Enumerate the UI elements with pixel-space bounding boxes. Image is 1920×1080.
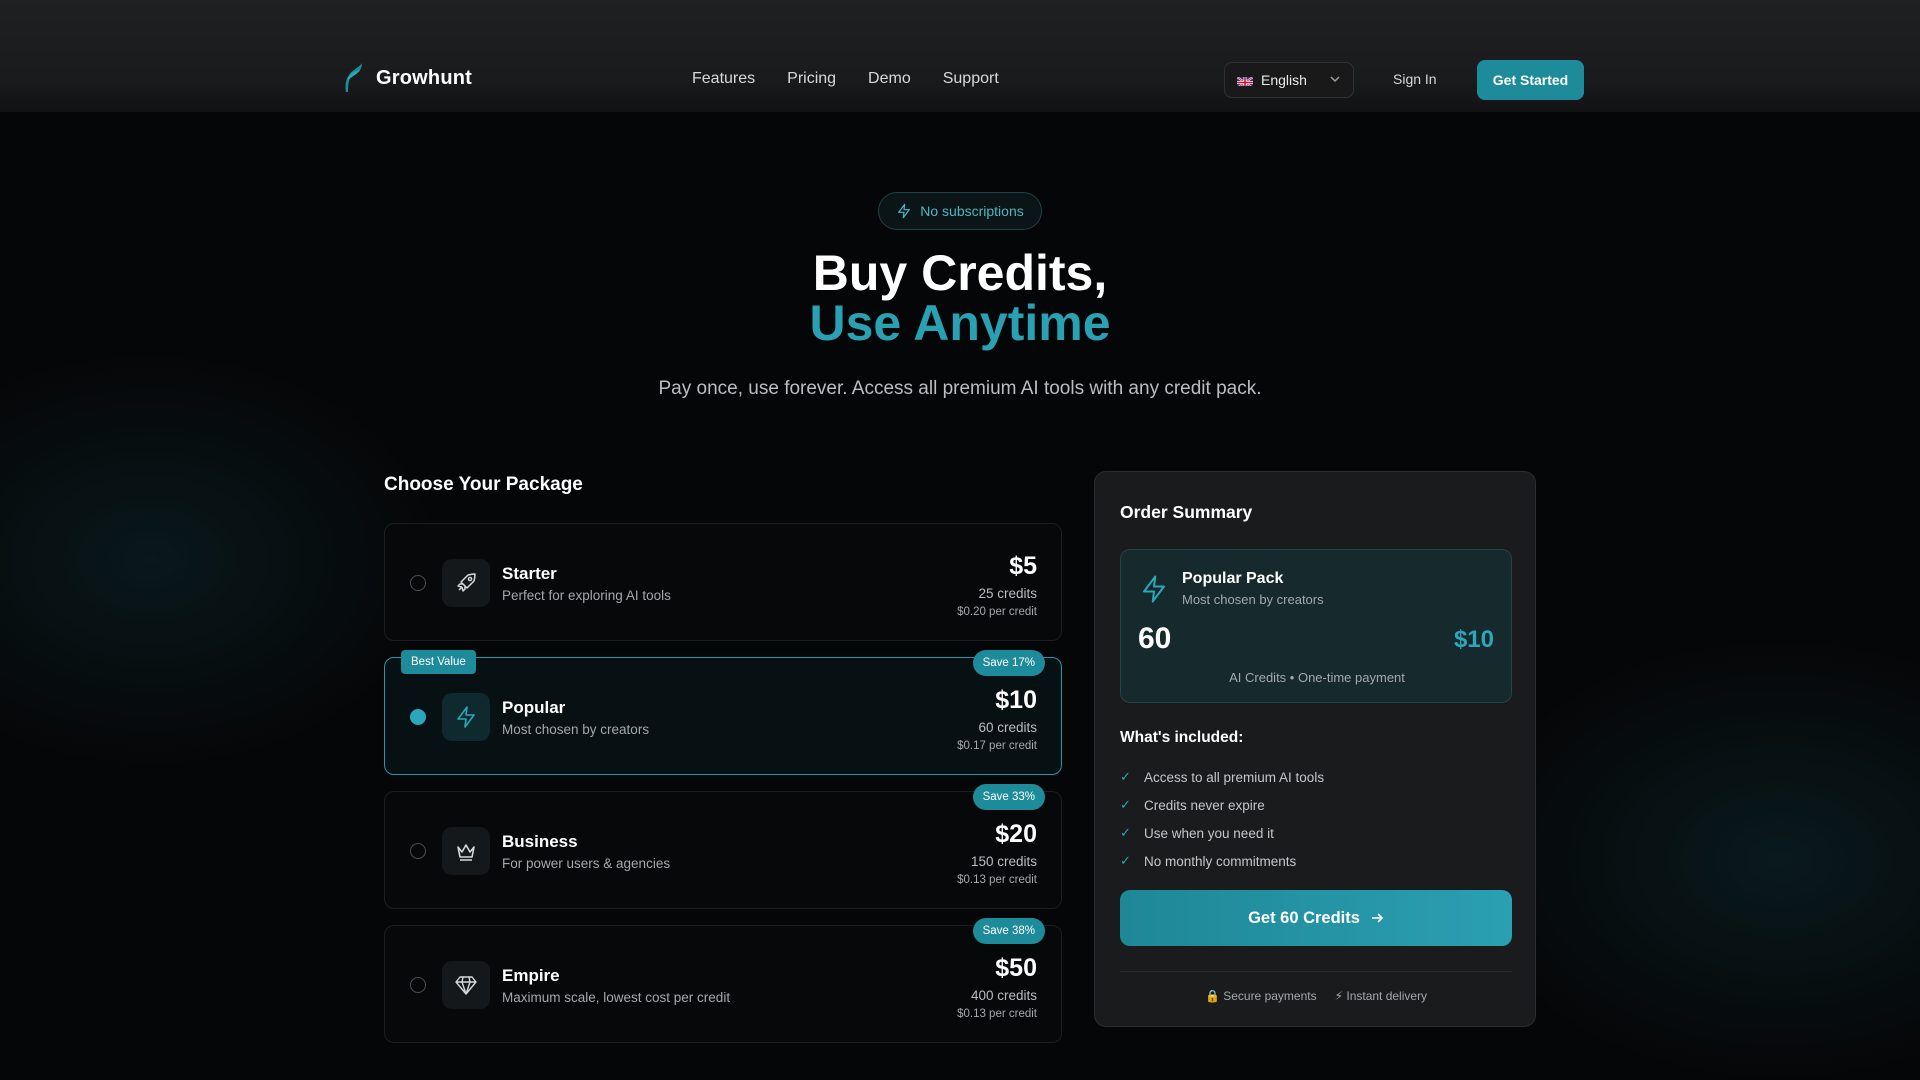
- sign-in-link[interactable]: Sign In: [1393, 71, 1437, 87]
- top-navigation-bar: [0, 0, 1920, 112]
- brand-name: Growhunt: [376, 66, 473, 89]
- selected-pack-note: AI Credits • One-time payment: [1229, 670, 1405, 685]
- package-name: Popular: [502, 698, 566, 717]
- included-item-label: No monthly commitments: [1144, 853, 1297, 869]
- summary-footer: 🔒 Secure payments ⚡ Instant delivery: [1095, 989, 1537, 1003]
- included-item-label: Access to all premium AI tools: [1144, 769, 1325, 785]
- get-credits-button[interactable]: Get 60 Credits: [1120, 890, 1512, 946]
- list-item: ✓ Access to all premium AI tools: [1120, 763, 1324, 791]
- package-name: Business: [502, 832, 578, 851]
- order-summary-panel: Order Summary Popular Pack Most chosen b…: [1094, 471, 1536, 1027]
- language-selector[interactable]: English: [1224, 62, 1354, 98]
- nav-features[interactable]: Features: [692, 70, 755, 88]
- crown-icon: [442, 827, 490, 875]
- nav-pricing[interactable]: Pricing: [787, 70, 836, 88]
- package-per-credit: $0.20 per credit: [957, 606, 1037, 618]
- lightning-icon: [1139, 572, 1169, 611]
- package-price: $5: [1009, 552, 1037, 580]
- package-credits: 400 credits: [970, 988, 1037, 1003]
- package-description: For power users & agencies: [502, 856, 671, 871]
- chevron-down-icon: [1329, 73, 1341, 88]
- brand-logo[interactable]: Growhunt: [340, 62, 472, 94]
- included-title: What's included:: [1120, 729, 1244, 746]
- hero-title: Buy Credits, Use Anytime: [0, 248, 1920, 348]
- nav-support[interactable]: Support: [943, 70, 999, 88]
- package-empire[interactable]: Save 38% Empire Maximum scale, lowest co…: [384, 918, 1062, 1043]
- selected-pack-credits: 60: [1138, 622, 1172, 655]
- secure-payments-note: 🔒 Secure payments: [1204, 989, 1317, 1003]
- divider: [1120, 971, 1512, 972]
- selected-pack-card: Popular Pack Most chosen by creators 60 …: [1120, 549, 1512, 703]
- lightning-icon: [442, 693, 490, 741]
- list-item: ✓ Credits never expire: [1120, 791, 1324, 819]
- package-popular[interactable]: Best Value Save 17% Popular Most chosen …: [384, 650, 1062, 775]
- package-description: Most chosen by creators: [502, 722, 650, 737]
- package-credits: 60 credits: [978, 720, 1037, 735]
- check-icon: ✓: [1120, 825, 1131, 840]
- arrow-right-icon: [1371, 913, 1384, 923]
- package-starter[interactable]: Starter Perfect for exploring AI tools $…: [384, 523, 1062, 641]
- lightning-icon: [898, 203, 911, 219]
- package-radio[interactable]: [410, 977, 426, 993]
- hero-title-line1: Buy Credits,: [812, 245, 1108, 301]
- package-per-credit: $0.13 per credit: [957, 1008, 1037, 1020]
- get-credits-label: Get 60 Credits: [1248, 908, 1360, 927]
- order-summary-title: Order Summary: [1120, 502, 1253, 522]
- package-radio[interactable]: [410, 843, 426, 859]
- hero-title-line2: Use Anytime: [809, 295, 1111, 351]
- save-tag: Save 33%: [972, 784, 1045, 810]
- package-credits: 25 credits: [978, 586, 1037, 601]
- list-item: ✓ Use when you need it: [1120, 819, 1324, 847]
- included-item-label: Use when you need it: [1144, 825, 1274, 841]
- list-item: ✓ No monthly commitments: [1120, 847, 1324, 875]
- package-description: Perfect for exploring AI tools: [502, 588, 671, 603]
- check-icon: ✓: [1120, 769, 1131, 784]
- package-radio[interactable]: [410, 709, 426, 725]
- packages-title: Choose Your Package: [384, 474, 583, 495]
- package-description: Maximum scale, lowest cost per credit: [502, 990, 731, 1005]
- diamond-icon: [442, 961, 490, 1009]
- selected-pack-description: Most chosen by creators: [1182, 592, 1324, 607]
- check-icon: ✓: [1120, 797, 1131, 812]
- get-started-button[interactable]: Get Started: [1477, 60, 1584, 100]
- selected-pack-price: $10: [1453, 626, 1494, 653]
- package-name: Starter: [502, 564, 557, 583]
- nav-demo[interactable]: Demo: [868, 70, 911, 88]
- package-credits: 150 credits: [970, 854, 1037, 869]
- package-price: $10: [995, 686, 1037, 714]
- package-name: Empire: [502, 966, 560, 985]
- language-label: English: [1261, 72, 1307, 88]
- badge-label: No subscriptions: [920, 203, 1024, 219]
- package-per-credit: $0.17 per credit: [957, 740, 1037, 752]
- package-radio[interactable]: [410, 575, 426, 591]
- save-tag: Save 38%: [972, 918, 1045, 944]
- save-tag: Save 17%: [972, 650, 1045, 676]
- included-list: ✓ Access to all premium AI tools ✓ Credits…: [1120, 763, 1324, 875]
- no-subscriptions-badge: No subscriptions: [878, 192, 1042, 230]
- package-business[interactable]: Save 33% Business For power users & agen…: [384, 784, 1062, 909]
- best-value-tag: Best Value: [401, 650, 476, 674]
- hero-subtitle: Pay once, use forever. Access all premiu…: [658, 378, 1262, 399]
- main-nav: Features Pricing Demo Support: [692, 70, 999, 88]
- rocket-icon: [442, 559, 490, 607]
- package-price: $50: [995, 954, 1037, 982]
- selected-pack-name: Popular Pack: [1182, 570, 1284, 587]
- leaf-logo-icon: [345, 63, 362, 92]
- check-icon: ✓: [1120, 853, 1131, 868]
- package-price: $20: [995, 820, 1037, 848]
- uk-flag-icon: [1237, 75, 1253, 86]
- instant-delivery-note: ⚡ Instant delivery: [1334, 989, 1428, 1003]
- package-per-credit: $0.13 per credit: [957, 874, 1037, 886]
- included-item-label: Credits never expire: [1144, 797, 1265, 813]
